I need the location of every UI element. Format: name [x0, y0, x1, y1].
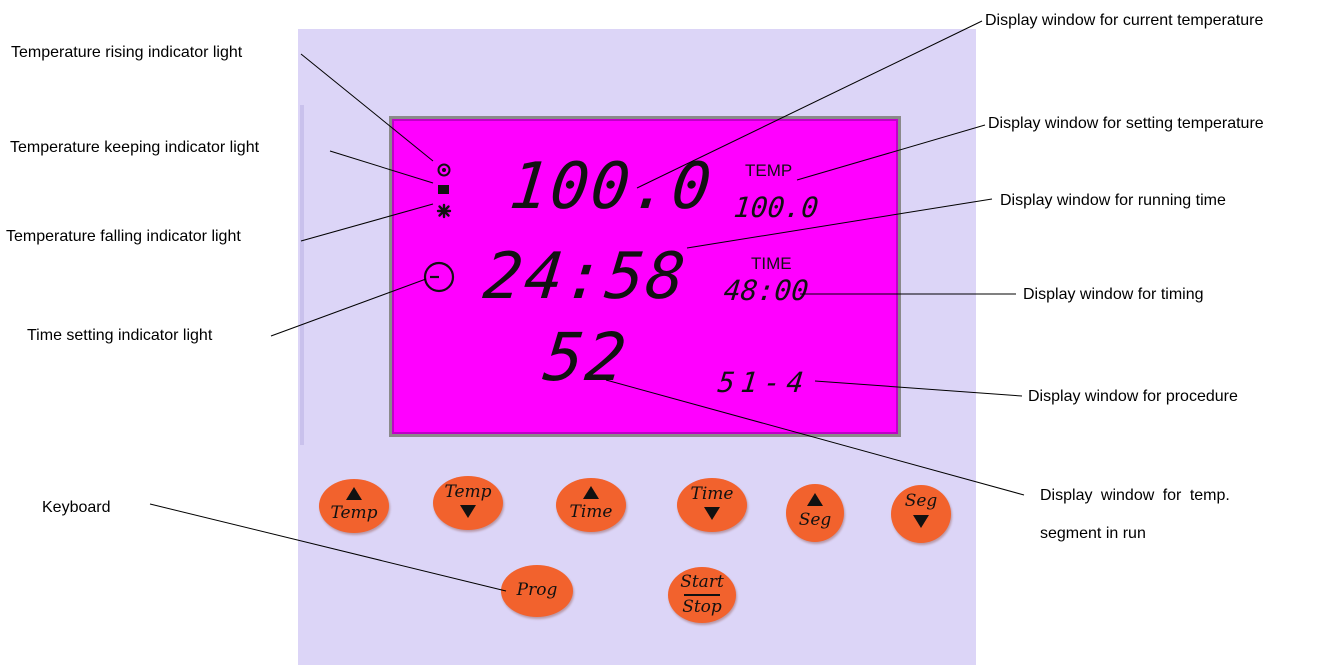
callout-segment-in-run-line1: Display window for temp. [1040, 487, 1230, 504]
callout-temperature-falling: Temperature falling indicator light [6, 228, 241, 245]
callout-setting-temperature: Display window for setting temperature [988, 115, 1264, 132]
callout-procedure: Display window for procedure [1028, 388, 1238, 405]
callout-temperature-rising: Temperature rising indicator light [11, 44, 243, 61]
callout-running-time: Display window for running time [1000, 192, 1226, 209]
callout-time-setting: Time setting indicator light [27, 327, 213, 344]
callout-segment-in-run-line2: segment in run [1040, 525, 1146, 542]
callout-timing: Display window for timing [1023, 286, 1204, 303]
callout-temperature-keeping: Temperature keeping indicator light [10, 139, 260, 156]
callout-current-temperature: Display window for current temperature [985, 12, 1264, 29]
callout-keyboard: Keyboard [42, 499, 111, 516]
